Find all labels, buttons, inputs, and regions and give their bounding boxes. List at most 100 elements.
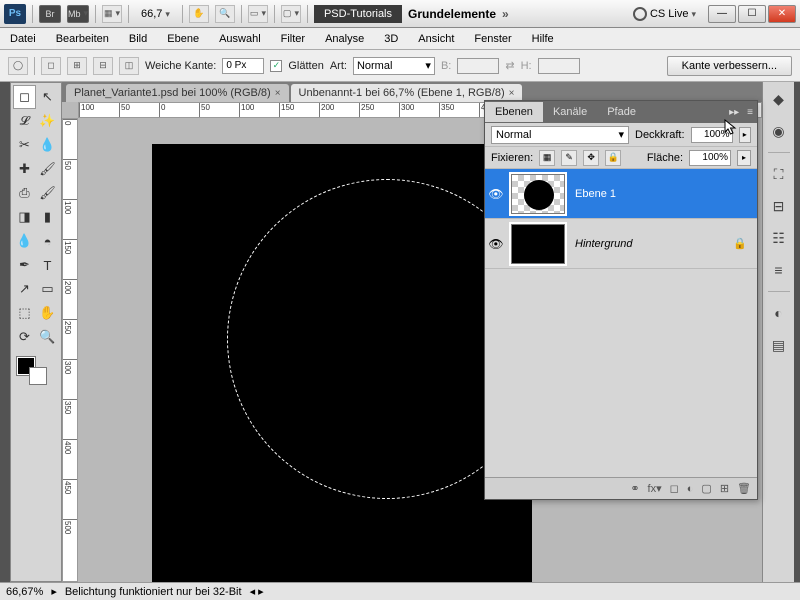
menu-analyse[interactable]: Analyse	[315, 30, 374, 48]
antialias-checkbox[interactable]: ✓	[270, 60, 282, 72]
workspace-label[interactable]: PSD-Tutorials	[314, 5, 402, 23]
menu-ebene[interactable]: Ebene	[157, 30, 209, 48]
layer-thumbnail[interactable]	[511, 174, 565, 214]
layer-name[interactable]: Hintergrund	[569, 238, 723, 250]
opacity-stepper[interactable]: ▸	[739, 127, 751, 143]
sel-int-icon[interactable]: ◫	[119, 57, 139, 75]
new-layer-icon[interactable]: ⊞	[720, 482, 729, 495]
close-tab-icon[interactable]: ×	[275, 88, 281, 99]
distribute-panel-icon[interactable]: ☷	[768, 227, 790, 249]
tool-wand[interactable]: ✨	[36, 109, 59, 133]
lock-position-icon[interactable]: ✥	[583, 150, 599, 166]
zoom-tool-icon[interactable]: 🔍	[215, 5, 235, 23]
tool-path[interactable]: ↗	[13, 277, 36, 301]
tool-brush[interactable]: 🖌	[36, 157, 59, 181]
panel-collapse-icon[interactable]: ▸▸	[725, 107, 743, 118]
background-swatch[interactable]	[29, 367, 47, 385]
view-extras-icon[interactable]: ▦	[102, 5, 122, 23]
lock-transparency-icon[interactable]: ▦	[539, 150, 555, 166]
menu-filter[interactable]: Filter	[271, 30, 315, 48]
adjustments-panel-icon[interactable]: ◐	[768, 302, 790, 324]
arrange-icon[interactable]: ▭	[248, 5, 268, 23]
tool-lasso[interactable]: 𝓛	[13, 109, 36, 133]
menu-ansicht[interactable]: Ansicht	[408, 30, 464, 48]
align-panel-icon[interactable]: ⊟	[768, 195, 790, 217]
layer-group-icon[interactable]: ▢	[701, 482, 711, 495]
blend-mode-select[interactable]: Normal▾	[491, 126, 629, 144]
document-tab[interactable]: Planet_Variante1.psd bei 100% (RGB/8)×	[66, 84, 289, 102]
tool-crop[interactable]: ✂	[13, 133, 36, 157]
styles-panel-icon[interactable]: ≡	[768, 259, 790, 281]
hand-tool-icon[interactable]: ✋	[189, 5, 209, 23]
visibility-icon[interactable]: 👁	[485, 237, 507, 251]
style-select[interactable]: Normal▾	[353, 57, 435, 75]
layer-thumbnail[interactable]	[511, 224, 565, 264]
layer-name[interactable]: Ebene 1	[569, 188, 757, 200]
status-zoom[interactable]: 66,67%	[6, 586, 43, 598]
delete-layer-icon[interactable]: 🗑	[737, 482, 751, 495]
menu-datei[interactable]: Datei	[0, 30, 46, 48]
tool-hand[interactable]: ✋	[36, 301, 59, 325]
canvas[interactable]	[152, 144, 532, 584]
panel-menu-icon[interactable]: ≡	[743, 107, 757, 118]
lock-all-icon[interactable]: 🔒	[605, 150, 621, 166]
tool-rotate[interactable]: ⟳	[13, 325, 36, 349]
tool-gradient[interactable]: ▮	[36, 205, 59, 229]
tool-dodge[interactable]: ◓	[36, 229, 59, 253]
tool-heal[interactable]: ✚	[13, 157, 36, 181]
tool-move[interactable]: ↖	[36, 85, 59, 109]
layer-mask-icon[interactable]: ◻	[670, 482, 679, 495]
minibr-icon[interactable]: Mb	[67, 5, 89, 23]
layers-panel-icon[interactable]: ▤	[768, 334, 790, 356]
tab-channels[interactable]: Kanäle	[543, 102, 597, 122]
menu-fenster[interactable]: Fenster	[464, 30, 521, 48]
menu-bearbeiten[interactable]: Bearbeiten	[46, 30, 119, 48]
zoom-level[interactable]: 66,7	[135, 7, 176, 21]
marquee-tool-icon[interactable]: ◯	[8, 57, 28, 75]
minimize-button[interactable]: —	[708, 5, 736, 23]
tool-shape[interactable]: ▭	[36, 277, 59, 301]
fill-input[interactable]	[689, 150, 731, 166]
tool-stamp[interactable]: ⎙	[13, 181, 36, 205]
tool-3d[interactable]: ⬚	[13, 301, 36, 325]
workspace-name[interactable]: Grundelemente	[408, 7, 496, 21]
tool-eyedrop[interactable]: 💧	[36, 133, 59, 157]
swatches-panel-icon[interactable]: ◉	[768, 120, 790, 142]
tool-history[interactable]: 🖌	[36, 181, 59, 205]
refine-edge-button[interactable]: Kante verbessern...	[667, 56, 792, 76]
tool-blur[interactable]: 💧	[13, 229, 36, 253]
layers-panel[interactable]: Ebenen Kanäle Pfade ▸▸ ≡ Normal▾ Deckkra…	[484, 100, 758, 500]
transform-panel-icon[interactable]: ⛶	[768, 163, 790, 185]
color-panel-icon[interactable]: ◆	[768, 88, 790, 110]
fill-stepper[interactable]: ▸	[737, 150, 751, 166]
menu-auswahl[interactable]: Auswahl	[209, 30, 271, 48]
tool-zoom[interactable]: 🔍	[36, 325, 59, 349]
cslive-label[interactable]: CS Live	[650, 8, 696, 20]
layer-row[interactable]: 👁 Ebene 1	[485, 169, 757, 219]
menu-hilfe[interactable]: Hilfe	[522, 30, 564, 48]
menu-3d[interactable]: 3D	[374, 30, 408, 48]
close-button[interactable]: ✕	[768, 5, 796, 23]
menu-bild[interactable]: Bild	[119, 30, 157, 48]
close-tab-icon[interactable]: ×	[509, 88, 515, 99]
adjustment-layer-icon[interactable]: ◐	[687, 483, 694, 495]
tool-type[interactable]: T	[36, 253, 59, 277]
sel-sub-icon[interactable]: ⊟	[93, 57, 113, 75]
tab-layers[interactable]: Ebenen	[485, 102, 543, 122]
workspace-more-icon[interactable]: »	[502, 7, 509, 21]
feather-input[interactable]	[222, 58, 264, 74]
tab-paths[interactable]: Pfade	[597, 102, 646, 122]
sel-new-icon[interactable]: ◻	[41, 57, 61, 75]
maximize-button[interactable]: ☐	[738, 5, 766, 23]
lock-pixels-icon[interactable]: ✎	[561, 150, 577, 166]
visibility-icon[interactable]: 👁	[485, 187, 507, 201]
opacity-input[interactable]	[691, 127, 733, 143]
screenmode-icon[interactable]: ▢	[281, 5, 301, 23]
tool-pen[interactable]: ✒	[13, 253, 36, 277]
tool-marquee[interactable]: ◻	[13, 85, 36, 109]
link-layers-icon[interactable]: ⚭	[630, 482, 639, 495]
sel-add-icon[interactable]: ⊞	[67, 57, 87, 75]
layer-row[interactable]: 👁Hintergrund🔒	[485, 219, 757, 269]
layer-fx-icon[interactable]: fx▾	[648, 482, 662, 495]
bridge-icon[interactable]: Br	[39, 5, 61, 23]
